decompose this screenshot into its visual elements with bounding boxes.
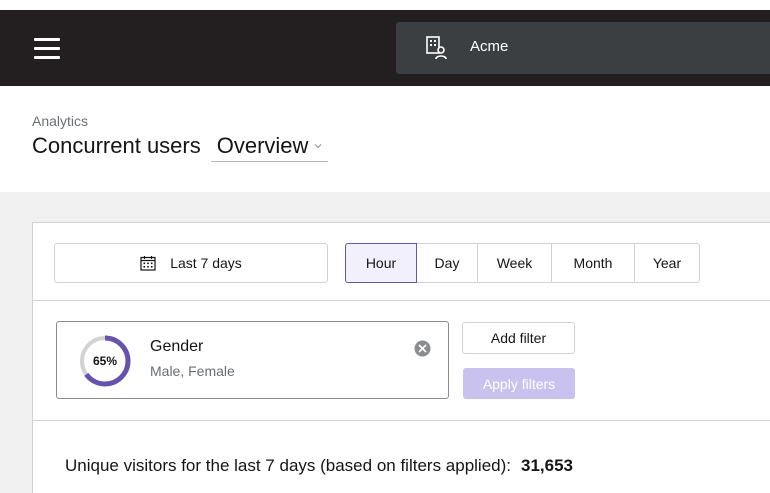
filter-chip-values: Male, Female: [150, 363, 235, 379]
view-select[interactable]: Overview: [210, 133, 329, 162]
summary: Unique visitors for the last 7 days (bas…: [65, 456, 573, 476]
toolbar: Last 7 days Hour Day Week Month Year: [33, 223, 770, 301]
granularity-hour-button[interactable]: Hour: [345, 243, 417, 283]
add-filter-button[interactable]: Add filter: [462, 322, 575, 354]
summary-label: Unique visitors for the last 7 days (bas…: [65, 456, 512, 475]
masthead-bar: Acme: [0, 10, 770, 86]
percentage-label: 65%: [92, 354, 118, 368]
calendar-icon: [140, 256, 156, 271]
filter-chip-title: Gender: [150, 338, 204, 355]
page-title: Concurrent users: [32, 133, 201, 158]
page-header: Analytics Concurrent users Overview: [0, 92, 770, 192]
apply-filters-button[interactable]: Apply filters: [463, 368, 575, 399]
org-switcher[interactable]: Acme: [396, 22, 770, 74]
org-name: Acme: [470, 38, 509, 55]
unique-visitors-count: 31,653: [521, 456, 574, 475]
granularity-month-button[interactable]: Month: [551, 243, 635, 283]
granularity-year-button[interactable]: Year: [634, 243, 700, 283]
granularity-day-button[interactable]: Day: [416, 243, 478, 283]
close-circle-icon[interactable]: [414, 340, 431, 357]
filter-chip-gender[interactable]: 65% Gender Male, Female: [56, 321, 449, 399]
chevron-down-icon: [315, 144, 322, 149]
granularity-toggle: Hour Day Week Month Year: [345, 243, 700, 283]
date-range-button[interactable]: Last 7 days: [54, 243, 328, 283]
view-select-value: Overview: [216, 133, 309, 158]
date-range-label: Last 7 days: [170, 255, 242, 271]
title-row: Concurrent users Overview: [32, 133, 329, 162]
hamburger-menu-icon[interactable]: [34, 38, 60, 60]
breadcrumb[interactable]: Analytics: [32, 113, 88, 129]
masthead: Acme: [0, 0, 770, 92]
filters-area: 65% Gender Male, Female Add filter Apply…: [33, 301, 770, 421]
analytics-card: Last 7 days Hour Day Week Month Year 65%…: [32, 222, 770, 493]
granularity-week-button[interactable]: Week: [477, 243, 552, 283]
organization-icon: [426, 36, 447, 60]
